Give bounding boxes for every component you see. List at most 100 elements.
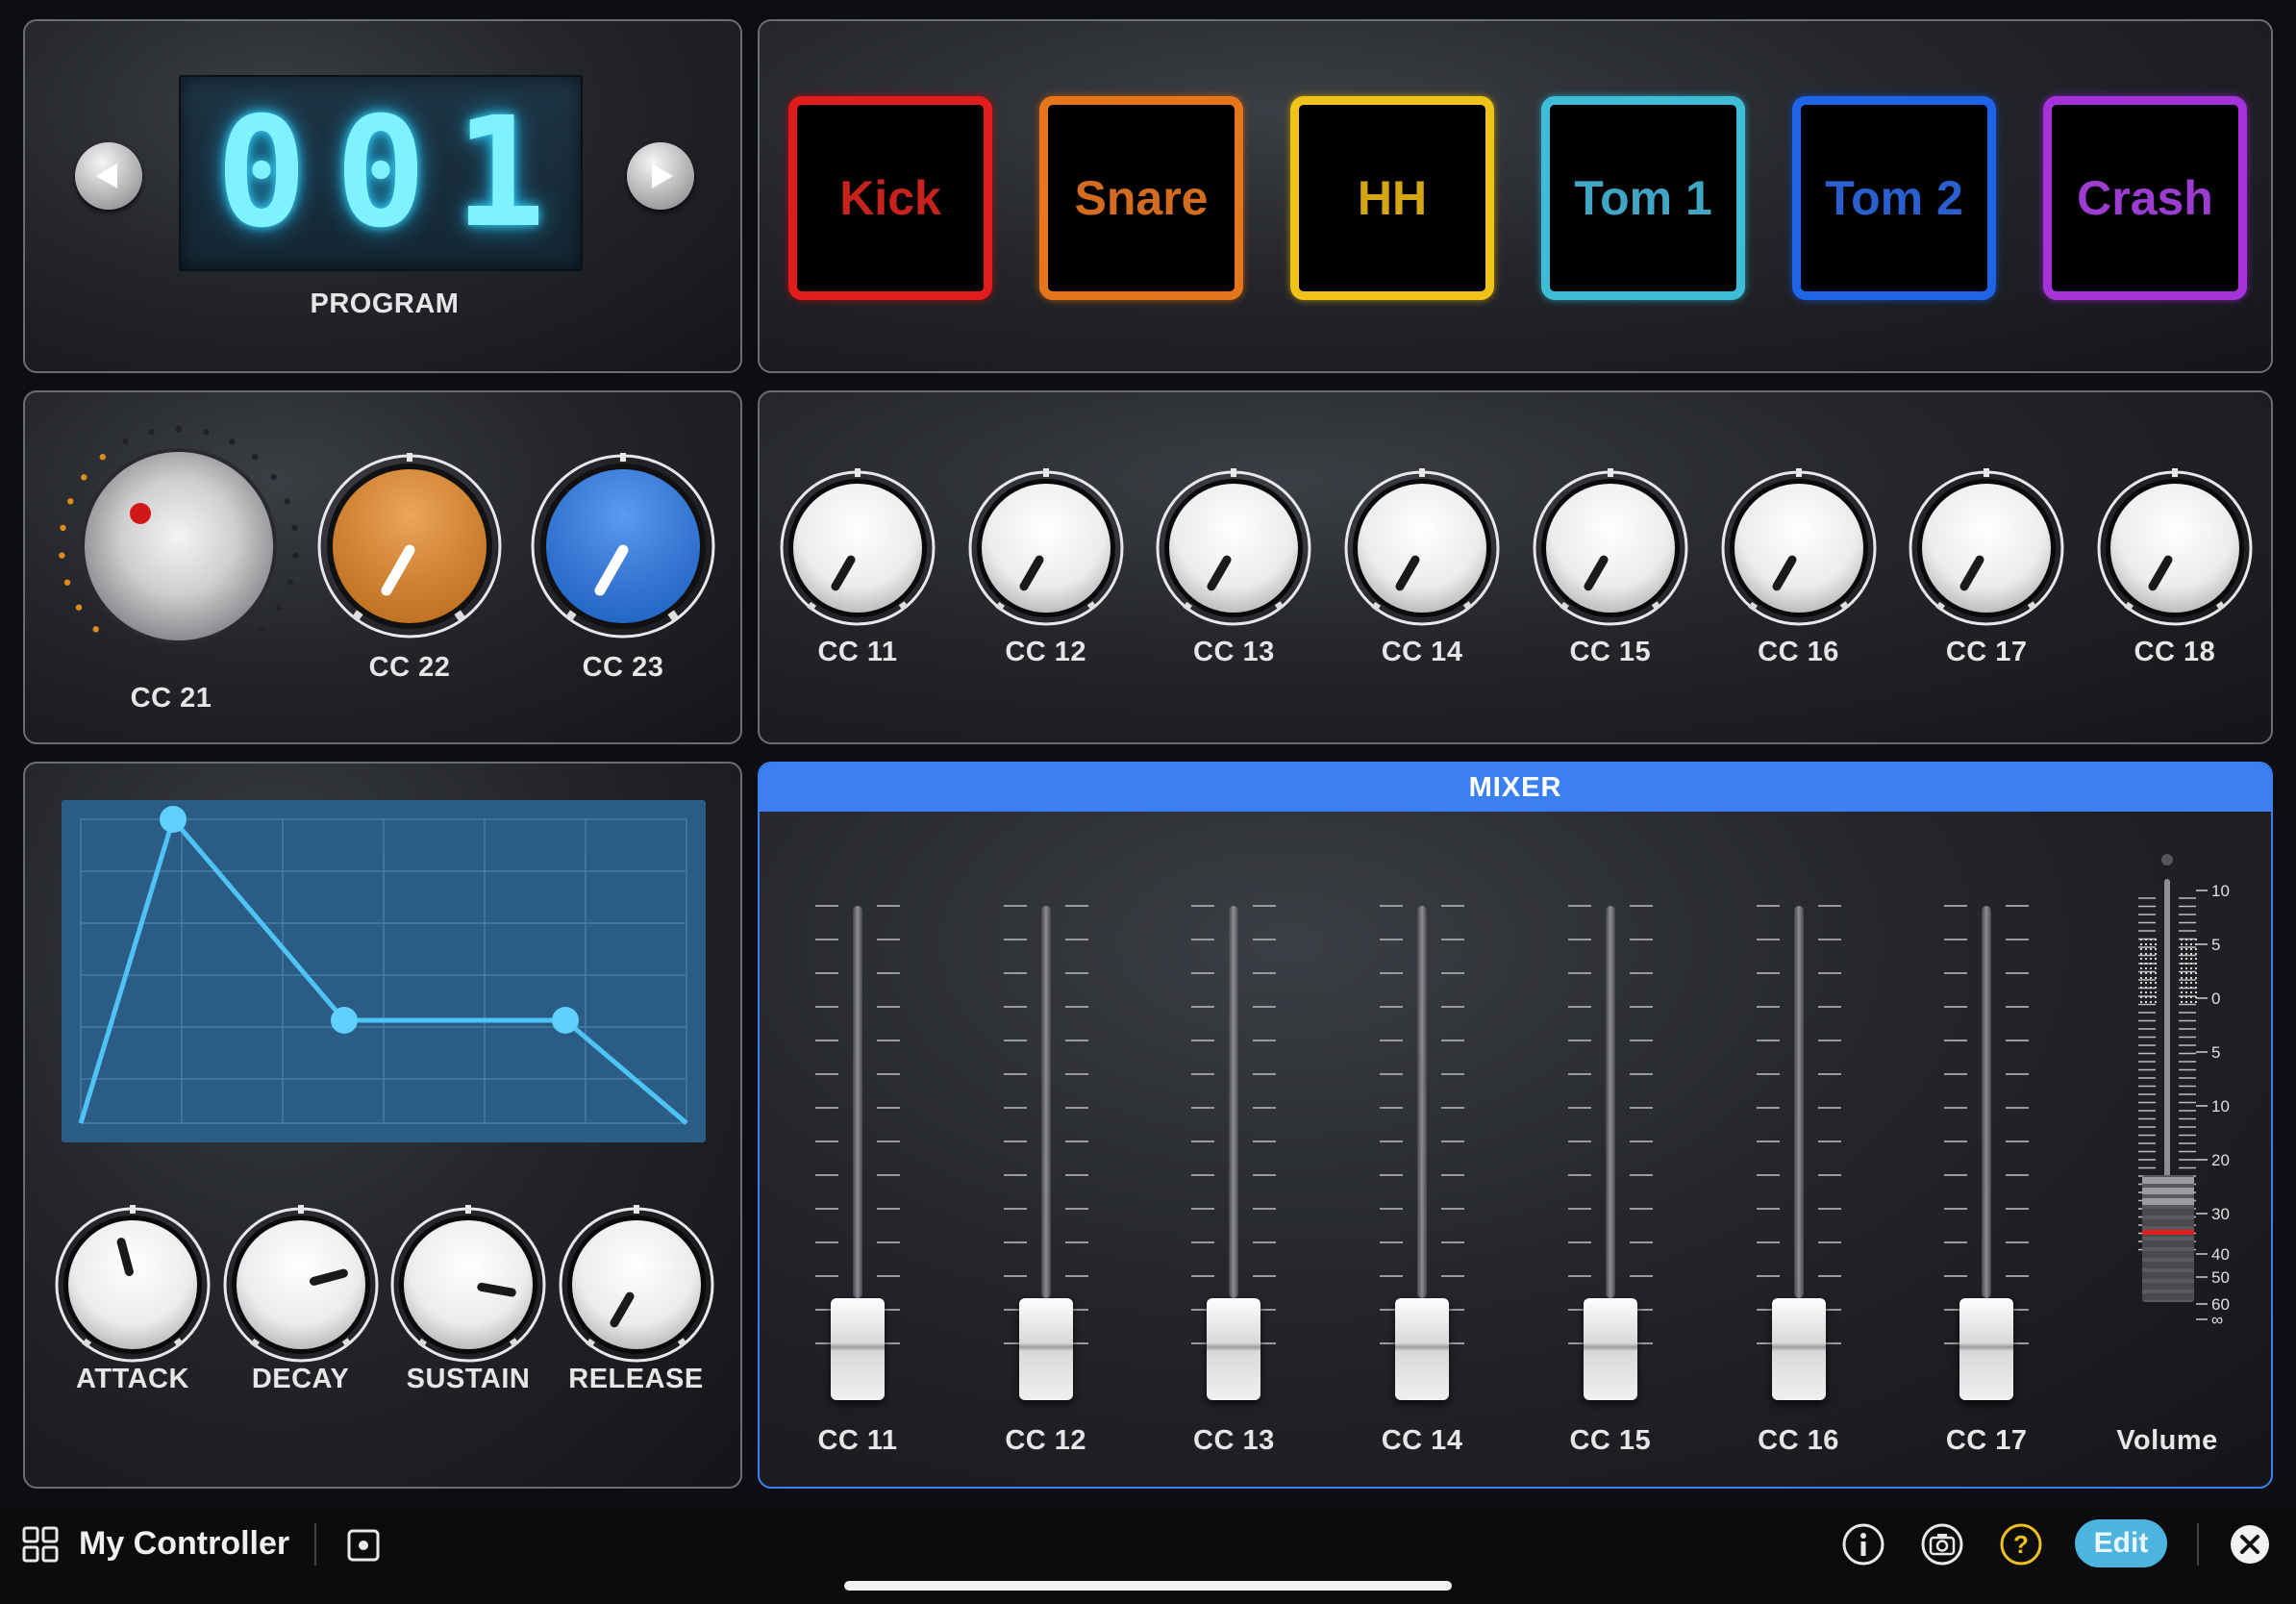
- fader-track[interactable]: [1229, 906, 1239, 1298]
- fader-track[interactable]: [1417, 906, 1428, 1298]
- knob-label: CC 15: [1569, 637, 1652, 667]
- right-arrow-icon: [652, 163, 673, 188]
- pad-kick[interactable]: Kick: [788, 96, 992, 300]
- mixer-title: MIXER: [760, 764, 2271, 812]
- knob-label: CC 17: [1945, 637, 2028, 667]
- fader-cc-11-handle[interactable]: [831, 1298, 885, 1400]
- pad-snare[interactable]: Snare: [1039, 96, 1243, 300]
- sustain-point[interactable]: [552, 1007, 579, 1034]
- fader-label: CC 12: [1005, 1425, 1087, 1456]
- fader-track[interactable]: [1793, 906, 1804, 1298]
- knob-cc-16[interactable]: [1717, 466, 1881, 630]
- volume-scale-label: 40: [2211, 1245, 2230, 1264]
- pad-tom-2[interactable]: Tom 2: [1792, 96, 1996, 300]
- volume-fader-handle[interactable]: [2142, 1175, 2194, 1302]
- release-label: RELEASE: [568, 1364, 704, 1394]
- fader-label: CC 17: [1945, 1425, 2028, 1456]
- cc-21-label: CC 21: [130, 683, 212, 714]
- knob-cc-12[interactable]: [964, 466, 1128, 630]
- fader-track[interactable]: [1040, 906, 1051, 1298]
- knob-cc-15[interactable]: [1529, 466, 1692, 630]
- pads-panel: Kick Snare HH Tom 1 Tom 2 Crash: [758, 19, 2273, 373]
- envelope-graph[interactable]: [62, 800, 706, 1142]
- knob-label: CC 18: [2134, 637, 2216, 667]
- knob-cc-17[interactable]: [1905, 466, 2068, 630]
- fader-cc-16-handle[interactable]: [1771, 1298, 1826, 1400]
- program-panel: 0 0 1 PROGRAM: [23, 19, 742, 373]
- edit-button[interactable]: Edit: [2075, 1519, 2167, 1567]
- fader-cc-12-handle[interactable]: [1018, 1298, 1073, 1400]
- volume-scale-label: 10: [2211, 882, 2230, 900]
- cc-22-knob[interactable]: [313, 450, 506, 642]
- fader-track[interactable]: [1605, 906, 1615, 1298]
- info-icon[interactable]: [1841, 1522, 1885, 1566]
- svg-text:?: ?: [2013, 1530, 2029, 1559]
- knob-label: CC 13: [1193, 637, 1275, 667]
- program-digit: 0: [215, 85, 308, 262]
- fader-track[interactable]: [1982, 906, 1992, 1298]
- mixer-panel: MIXER CC 11 CC 12 CC 13 CC 14 CC 15 CC 16 CC 1…: [758, 762, 2273, 1489]
- square-dot-icon[interactable]: [347, 1529, 380, 1562]
- attack-point[interactable]: [160, 806, 187, 833]
- close-icon[interactable]: [2229, 1523, 2271, 1566]
- knob-cc-18[interactable]: [2093, 466, 2257, 630]
- volume-scale-label: 0: [2211, 990, 2220, 1008]
- knob-label: CC 14: [1381, 637, 1463, 667]
- grid-icon[interactable]: [21, 1525, 60, 1564]
- fader-cc-13-handle[interactable]: [1207, 1298, 1261, 1400]
- cc-knob-row-panel: CC 11 CC 12 CC 13 CC 14 CC 15 CC 16 CC 17 CC 18: [758, 390, 2273, 744]
- attack-knob[interactable]: [51, 1203, 214, 1366]
- cc-23-label: CC 23: [582, 652, 664, 683]
- pad-crash[interactable]: Crash: [2043, 96, 2247, 300]
- fader-label: CC 14: [1381, 1425, 1463, 1456]
- volume-scale-label: 10: [2211, 1097, 2230, 1115]
- home-indicator: [844, 1581, 1452, 1591]
- knob-label: CC 12: [1005, 637, 1087, 667]
- pad-tom-1[interactable]: Tom 1: [1541, 96, 1745, 300]
- fader-label: CC 15: [1569, 1425, 1652, 1456]
- fader-label: CC 11: [817, 1425, 898, 1456]
- fader-cc-17-handle[interactable]: [1959, 1298, 2014, 1400]
- decay-label: DECAY: [251, 1364, 350, 1394]
- decay-knob[interactable]: [219, 1203, 383, 1366]
- program-display: 0 0 1: [179, 75, 583, 271]
- fader-cc-14-handle[interactable]: [1395, 1298, 1450, 1400]
- volume-scale-label: 5: [2211, 936, 2220, 954]
- program-digit: 1: [454, 85, 546, 262]
- program-digit: 0: [335, 85, 427, 262]
- divider: [314, 1523, 316, 1566]
- knob-cc-14[interactable]: [1340, 466, 1504, 630]
- cc-21-knob[interactable]: [54, 421, 304, 671]
- envelope-panel: ATTACK DECAY SUSTAIN RELEASE: [23, 762, 742, 1489]
- fader-cc-15-handle[interactable]: [1583, 1298, 1637, 1400]
- volume-scale-label: 50: [2211, 1268, 2230, 1287]
- volume-fader[interactable]: 10505102030405060∞: [2111, 850, 2246, 1427]
- volume-scale-label: ∞: [2211, 1311, 2223, 1329]
- release-knob[interactable]: [555, 1203, 718, 1366]
- fader-track[interactable]: [853, 906, 862, 1298]
- cc-23-knob[interactable]: [527, 450, 719, 642]
- help-icon[interactable]: ?: [1999, 1522, 2043, 1566]
- sustain-knob[interactable]: [387, 1203, 550, 1366]
- controller-title[interactable]: My Controller: [79, 1525, 289, 1563]
- camera-icon[interactable]: [1920, 1522, 1964, 1566]
- volume-scale-label: 30: [2211, 1205, 2230, 1223]
- knob-label: CC 11: [817, 637, 898, 667]
- knob-cc-11[interactable]: [776, 466, 939, 630]
- volume-scale-label: 20: [2211, 1151, 2230, 1169]
- bottom-bar: My Controller ? Edit: [0, 1508, 2296, 1604]
- decay-point[interactable]: [331, 1007, 358, 1034]
- left-arrow-icon: [96, 163, 117, 188]
- program-label: PROGRAM: [310, 288, 460, 319]
- previous-program-button[interactable]: [75, 142, 142, 210]
- volume-label: Volume: [2116, 1425, 2218, 1456]
- next-program-button[interactable]: [627, 142, 694, 210]
- pad-hh[interactable]: HH: [1290, 96, 1494, 300]
- attack-label: ATTACK: [76, 1364, 189, 1394]
- knob-cc-13[interactable]: [1152, 466, 1315, 630]
- cc-knobs-panel: CC 21 CC 22 CC 23: [23, 390, 742, 744]
- divider: [2197, 1523, 2199, 1566]
- fader-label: CC 16: [1758, 1425, 1839, 1456]
- volume-scale-label: 5: [2211, 1043, 2220, 1062]
- sustain-label: SUSTAIN: [406, 1364, 531, 1394]
